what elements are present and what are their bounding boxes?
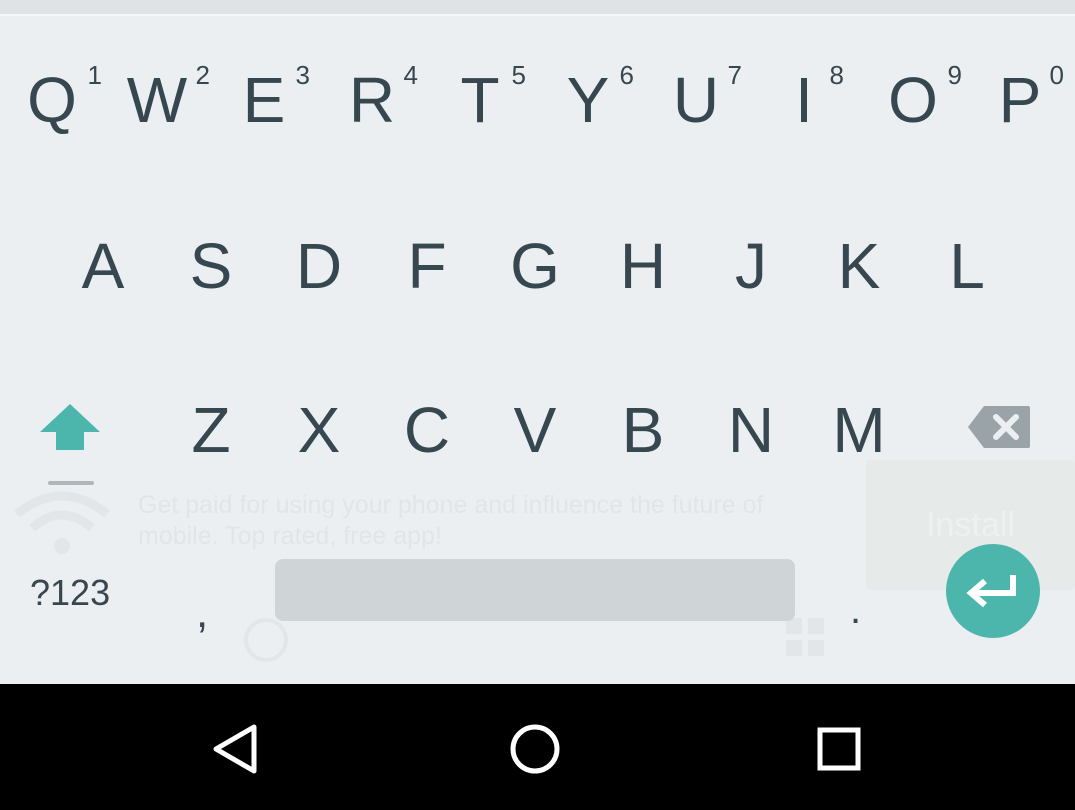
- shift-arrow-icon: [40, 404, 100, 450]
- ad-grid-icon: [786, 618, 824, 656]
- key-f[interactable]: F: [400, 234, 454, 298]
- key-hint: 1: [87, 60, 102, 90]
- symbols-key[interactable]: ?123: [30, 572, 110, 614]
- key-v[interactable]: V: [508, 398, 562, 462]
- key-hint: 9: [947, 60, 962, 90]
- key-hint: 7: [727, 60, 742, 90]
- enter-key[interactable]: [946, 544, 1040, 638]
- key-hint: 0: [1049, 60, 1064, 90]
- key-u[interactable]: U7: [672, 62, 742, 132]
- backspace-icon: [968, 406, 1030, 448]
- key-t[interactable]: T5: [456, 62, 526, 132]
- recents-button[interactable]: [794, 704, 884, 794]
- key-h[interactable]: H: [616, 234, 670, 298]
- key-a[interactable]: A: [76, 234, 130, 298]
- key-d[interactable]: D: [292, 234, 346, 298]
- navigation-bar: [0, 684, 1075, 810]
- key-hint: 6: [619, 60, 634, 90]
- key-hint: 2: [195, 60, 210, 90]
- key-m[interactable]: M: [828, 398, 890, 462]
- home-button[interactable]: [490, 704, 580, 794]
- keyboard-top-divider: [0, 0, 1075, 16]
- soft-keyboard: Get paid for using your phone and influe…: [0, 16, 1075, 684]
- key-y[interactable]: Y6: [564, 62, 634, 132]
- key-c[interactable]: C: [400, 398, 454, 462]
- back-button[interactable]: [190, 704, 280, 794]
- comma-key[interactable]: ,: [196, 588, 208, 638]
- key-o[interactable]: O9: [886, 62, 962, 132]
- key-n[interactable]: N: [724, 398, 778, 462]
- key-hint: 3: [295, 60, 310, 90]
- key-k[interactable]: K: [832, 234, 886, 298]
- key-w[interactable]: W2: [126, 62, 210, 132]
- back-triangle-icon: [213, 724, 257, 774]
- period-key[interactable]: .: [850, 588, 861, 633]
- key-x[interactable]: X: [292, 398, 346, 462]
- key-b[interactable]: B: [616, 398, 670, 462]
- key-e[interactable]: E3: [240, 62, 310, 132]
- space-bar[interactable]: [275, 559, 795, 621]
- enter-arrow-icon: [966, 575, 1016, 608]
- key-hint: 5: [511, 60, 526, 90]
- ad-info-icon: [244, 618, 288, 662]
- ad-wifi-icon: [12, 486, 112, 561]
- key-i[interactable]: I8: [786, 62, 844, 132]
- key-z[interactable]: Z: [184, 398, 238, 462]
- key-p[interactable]: P0: [996, 62, 1064, 132]
- key-g[interactable]: G: [508, 234, 562, 298]
- backspace-key[interactable]: [966, 404, 1032, 450]
- key-r[interactable]: R4: [348, 62, 418, 132]
- ad-text: Get paid for using your phone and influe…: [138, 491, 764, 550]
- key-l[interactable]: L: [940, 234, 994, 298]
- home-circle-icon: [510, 724, 560, 774]
- key-j[interactable]: J: [724, 234, 778, 298]
- key-s[interactable]: S: [184, 234, 238, 298]
- key-q[interactable]: Q1: [24, 62, 102, 132]
- shift-indicator: [48, 481, 94, 485]
- shift-key[interactable]: [38, 402, 102, 452]
- recents-square-icon: [817, 727, 861, 771]
- key-hint: 4: [403, 60, 418, 90]
- key-hint: 8: [829, 60, 844, 90]
